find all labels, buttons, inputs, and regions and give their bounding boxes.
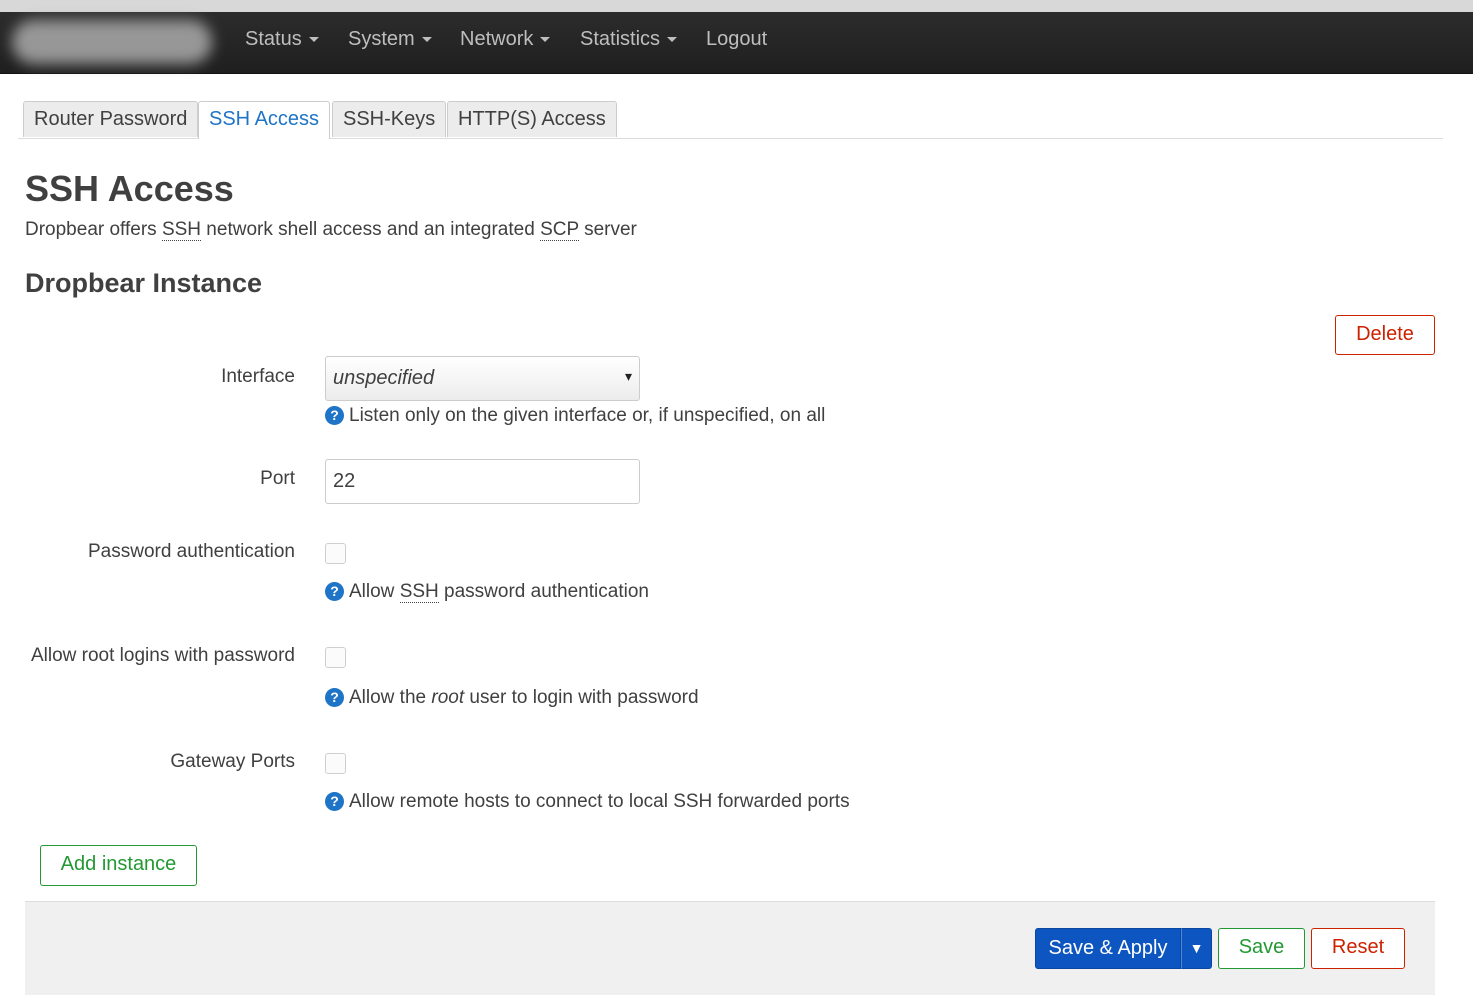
ssh-abbr: SSH bbox=[161, 219, 202, 241]
tab-bar: Router Password SSH Access SSH-Keys HTTP… bbox=[18, 101, 1443, 139]
nav-logout-label: Logout bbox=[706, 28, 768, 50]
nav-network-menu[interactable]: Network bbox=[460, 28, 551, 51]
nav-network-label: Network bbox=[460, 28, 534, 50]
root-login-help: ? Allow the root user to login with passw… bbox=[325, 687, 699, 709]
root-login-label: Allow root logins with password bbox=[30, 645, 295, 666]
gateway-ports-help-text: Allow remote hosts to connect to local S… bbox=[349, 791, 850, 812]
root-login-help-pre: Allow the bbox=[349, 687, 432, 708]
reset-button[interactable]: Reset bbox=[1311, 928, 1405, 969]
tab-https-access[interactable]: HTTP(S) Access bbox=[447, 101, 617, 137]
page-title: SSH Access bbox=[25, 168, 234, 209]
save-apply-button[interactable]: Save & Apply bbox=[1035, 928, 1181, 969]
desc-text-pre: Dropbear offers bbox=[25, 219, 162, 240]
nav-status-menu[interactable]: Status bbox=[245, 28, 319, 51]
nav-logout-link[interactable]: Logout bbox=[706, 28, 767, 51]
help-icon: ? bbox=[325, 792, 344, 811]
desc-text-post: server bbox=[578, 219, 637, 240]
desc-text-mid: network shell access and an integrated bbox=[201, 219, 541, 240]
password-auth-label: Password authentication bbox=[87, 541, 295, 562]
save-button[interactable]: Save bbox=[1218, 928, 1305, 969]
add-instance-button[interactable]: Add instance bbox=[40, 845, 197, 886]
caret-down-icon bbox=[421, 37, 432, 43]
password-auth-help: ? Allow SSH password authentication bbox=[325, 581, 649, 603]
help-icon: ? bbox=[325, 688, 344, 707]
nav-system-menu[interactable]: System bbox=[348, 28, 432, 51]
password-auth-help-pre: Allow bbox=[349, 581, 400, 602]
scp-abbr: SCP bbox=[540, 219, 579, 241]
interface-label: Interface bbox=[221, 366, 295, 387]
port-label: Port bbox=[260, 468, 295, 489]
nav-statistics-menu[interactable]: Statistics bbox=[580, 28, 678, 51]
tab-ssh-access[interactable]: SSH Access bbox=[198, 101, 331, 139]
password-auth-help-post: password authentication bbox=[438, 581, 649, 602]
brand-logo[interactable] bbox=[12, 20, 212, 64]
delete-button[interactable]: Delete bbox=[1335, 315, 1435, 355]
root-login-checkbox[interactable] bbox=[325, 647, 346, 668]
tab-ssh-keys[interactable]: SSH-Keys bbox=[332, 101, 447, 137]
help-icon: ? bbox=[325, 406, 344, 425]
save-apply-dropdown-toggle[interactable]: ▼ bbox=[1181, 928, 1212, 969]
gateway-ports-checkbox[interactable] bbox=[325, 753, 346, 774]
interface-help: ? Listen only on the given interface or, … bbox=[325, 405, 825, 427]
interface-select-value: unspecified bbox=[333, 367, 435, 389]
nav-status-label: Status bbox=[245, 28, 302, 50]
root-user-emphasis: root bbox=[431, 687, 465, 708]
caret-down-icon bbox=[308, 37, 319, 43]
password-auth-checkbox[interactable] bbox=[325, 543, 346, 564]
help-icon: ? bbox=[325, 582, 344, 601]
section-title: Dropbear Instance bbox=[25, 268, 263, 298]
interface-help-text: Listen only on the given interface or, i… bbox=[349, 405, 826, 426]
dropdown-arrow-icon: ▾ bbox=[624, 368, 632, 384]
page-description: Dropbear offers SSH network shell access… bbox=[25, 219, 637, 241]
gateway-ports-help: ? Allow remote hosts to connect to local … bbox=[325, 791, 850, 813]
ssh-abbr: SSH bbox=[399, 581, 439, 603]
tab-router-password[interactable]: Router Password bbox=[23, 101, 199, 137]
caret-down-icon bbox=[667, 37, 678, 43]
nav-statistics-label: Statistics bbox=[580, 28, 661, 50]
root-login-help-post: user to login with password bbox=[464, 687, 699, 708]
interface-select[interactable]: unspecified ▾ bbox=[325, 356, 640, 401]
port-input[interactable] bbox=[325, 459, 640, 504]
top-navbar: Status System Network Statistics Logout bbox=[0, 12, 1473, 74]
nav-system-label: System bbox=[348, 28, 415, 50]
gateway-ports-label: Gateway Ports bbox=[170, 751, 295, 772]
caret-down-icon bbox=[540, 37, 551, 43]
